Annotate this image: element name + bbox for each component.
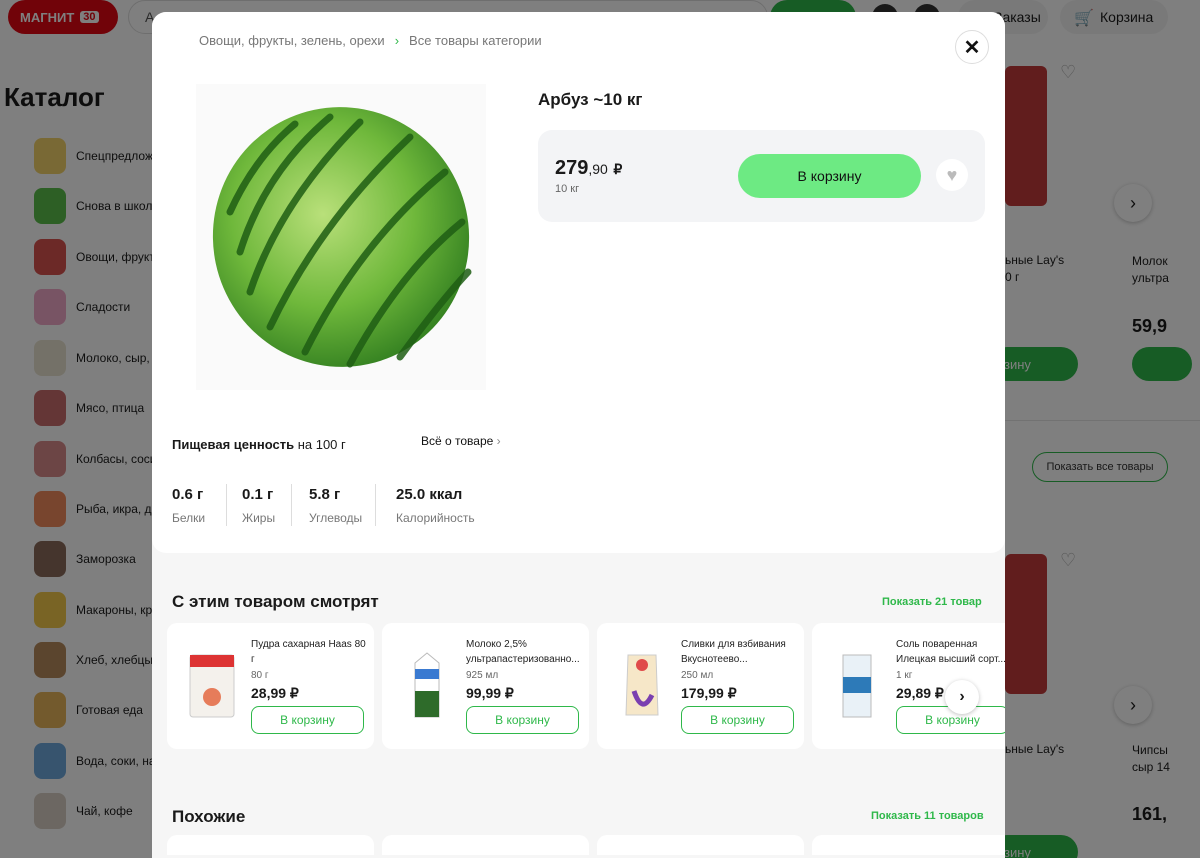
product-weight: 250 мл [681, 670, 714, 681]
nutrition-value: 0.1 г [242, 486, 274, 503]
divider [226, 484, 227, 526]
product-weight: 1 кг [896, 670, 913, 681]
watermelon-image [212, 107, 472, 368]
price-box: 279,90 ₽ 10 кг В корзину ♥ [538, 130, 985, 222]
divider [291, 484, 292, 526]
add-to-cart-button[interactable]: В корзину [681, 706, 794, 734]
nutrition-label: Углеводы [309, 511, 363, 525]
product-card[interactable] [382, 835, 589, 855]
product-weight: 10 кг [555, 183, 580, 195]
close-button[interactable]: ✕ [955, 30, 989, 64]
chevron-right-icon: › [496, 434, 501, 448]
nutrition-label: Белки [172, 511, 206, 525]
nutrition-title: Пищевая ценность [172, 437, 295, 452]
product-price: 29,89 ₽ [896, 685, 944, 701]
product-card[interactable]: Молоко 2,5% ультрапастеризованно... 925 … [382, 623, 589, 749]
product-name: Сливки для взбивания Вкуснотеево... [681, 639, 786, 665]
product-image [398, 649, 456, 723]
similar-section-title: Похожие [172, 807, 246, 826]
product-name: Соль поваренная Илецкая высший сорт... [896, 639, 1005, 665]
nutrition-value: 0.6 г [172, 486, 204, 503]
product-weight: 925 мл [466, 670, 499, 681]
product-price: 28,99 ₽ [251, 685, 299, 701]
favorite-button[interactable]: ♥ [936, 159, 968, 191]
breadcrumb: Овощи, фрукты, зелень, орехи › Все товар… [199, 33, 542, 48]
product-price: 99,99 ₽ [466, 685, 514, 701]
price-currency: ₽ [613, 161, 623, 177]
product-card[interactable]: Пудра сахарная Haas 80 г 80 г 28,99 ₽ В … [167, 623, 374, 749]
heart-icon: ♥ [946, 164, 958, 185]
divider [375, 484, 376, 526]
related-section-title: С этим товаром смотрят [172, 592, 379, 611]
product-image [828, 649, 886, 723]
product-image [183, 649, 241, 723]
nutrition-label: Калорийность [396, 511, 475, 525]
product-title: Арбуз ~10 кг [538, 90, 643, 109]
add-to-cart-button[interactable]: В корзину [466, 706, 579, 734]
breadcrumb-item[interactable]: Все товары категории [409, 33, 542, 48]
show-related-link[interactable]: Показать 21 товар [882, 596, 982, 608]
all-about-label: Всё о товаре [421, 434, 494, 448]
nutrition-label: Жиры [242, 511, 276, 525]
all-about-product-link[interactable]: Всё о товаре › [421, 434, 501, 448]
nutrition-heading: Пищевая ценность на 100 г [172, 437, 346, 452]
nutrition-value: 5.8 г [309, 486, 341, 503]
add-to-cart-button[interactable]: В корзину [251, 706, 364, 734]
product-weight: 80 г [251, 670, 269, 681]
price-integer: 279 [555, 157, 589, 179]
price-kopecks: ,90 [588, 161, 608, 177]
product-modal: Овощи, фрукты, зелень, орехи › Все товар… [152, 12, 1005, 858]
product-image [196, 84, 486, 390]
product-price: 279,90 ₽ [555, 157, 622, 180]
product-card[interactable]: Сливки для взбивания Вкуснотеево... 250 … [597, 623, 804, 749]
product-card[interactable] [812, 835, 1005, 855]
nutrition-per: на 100 г [294, 437, 346, 452]
carousel-next-button[interactable]: › [945, 680, 979, 714]
breadcrumb-item[interactable]: Овощи, фрукты, зелень, орехи [199, 33, 385, 48]
show-similar-link[interactable]: Показать 11 товаров [871, 810, 984, 822]
product-name: Пудра сахарная Haas 80 г [251, 639, 366, 665]
add-to-cart-button[interactable]: В корзину [738, 154, 921, 198]
product-price: 179,99 ₽ [681, 685, 737, 701]
chevron-right-icon: › [394, 33, 400, 48]
product-details-panel: Овощи, фрукты, зелень, орехи › Все товар… [152, 12, 1005, 553]
product-card[interactable] [167, 835, 374, 855]
product-card[interactable]: Соль поваренная Илецкая высший сорт... 1… [812, 623, 1005, 749]
chevron-right-icon: › [959, 688, 965, 705]
product-name: Молоко 2,5% ультрапастеризованно... [466, 639, 580, 665]
close-icon: ✕ [963, 36, 981, 59]
product-image [613, 649, 671, 723]
product-card[interactable] [597, 835, 804, 855]
nutrition-value: 25.0 ккал [396, 486, 463, 503]
